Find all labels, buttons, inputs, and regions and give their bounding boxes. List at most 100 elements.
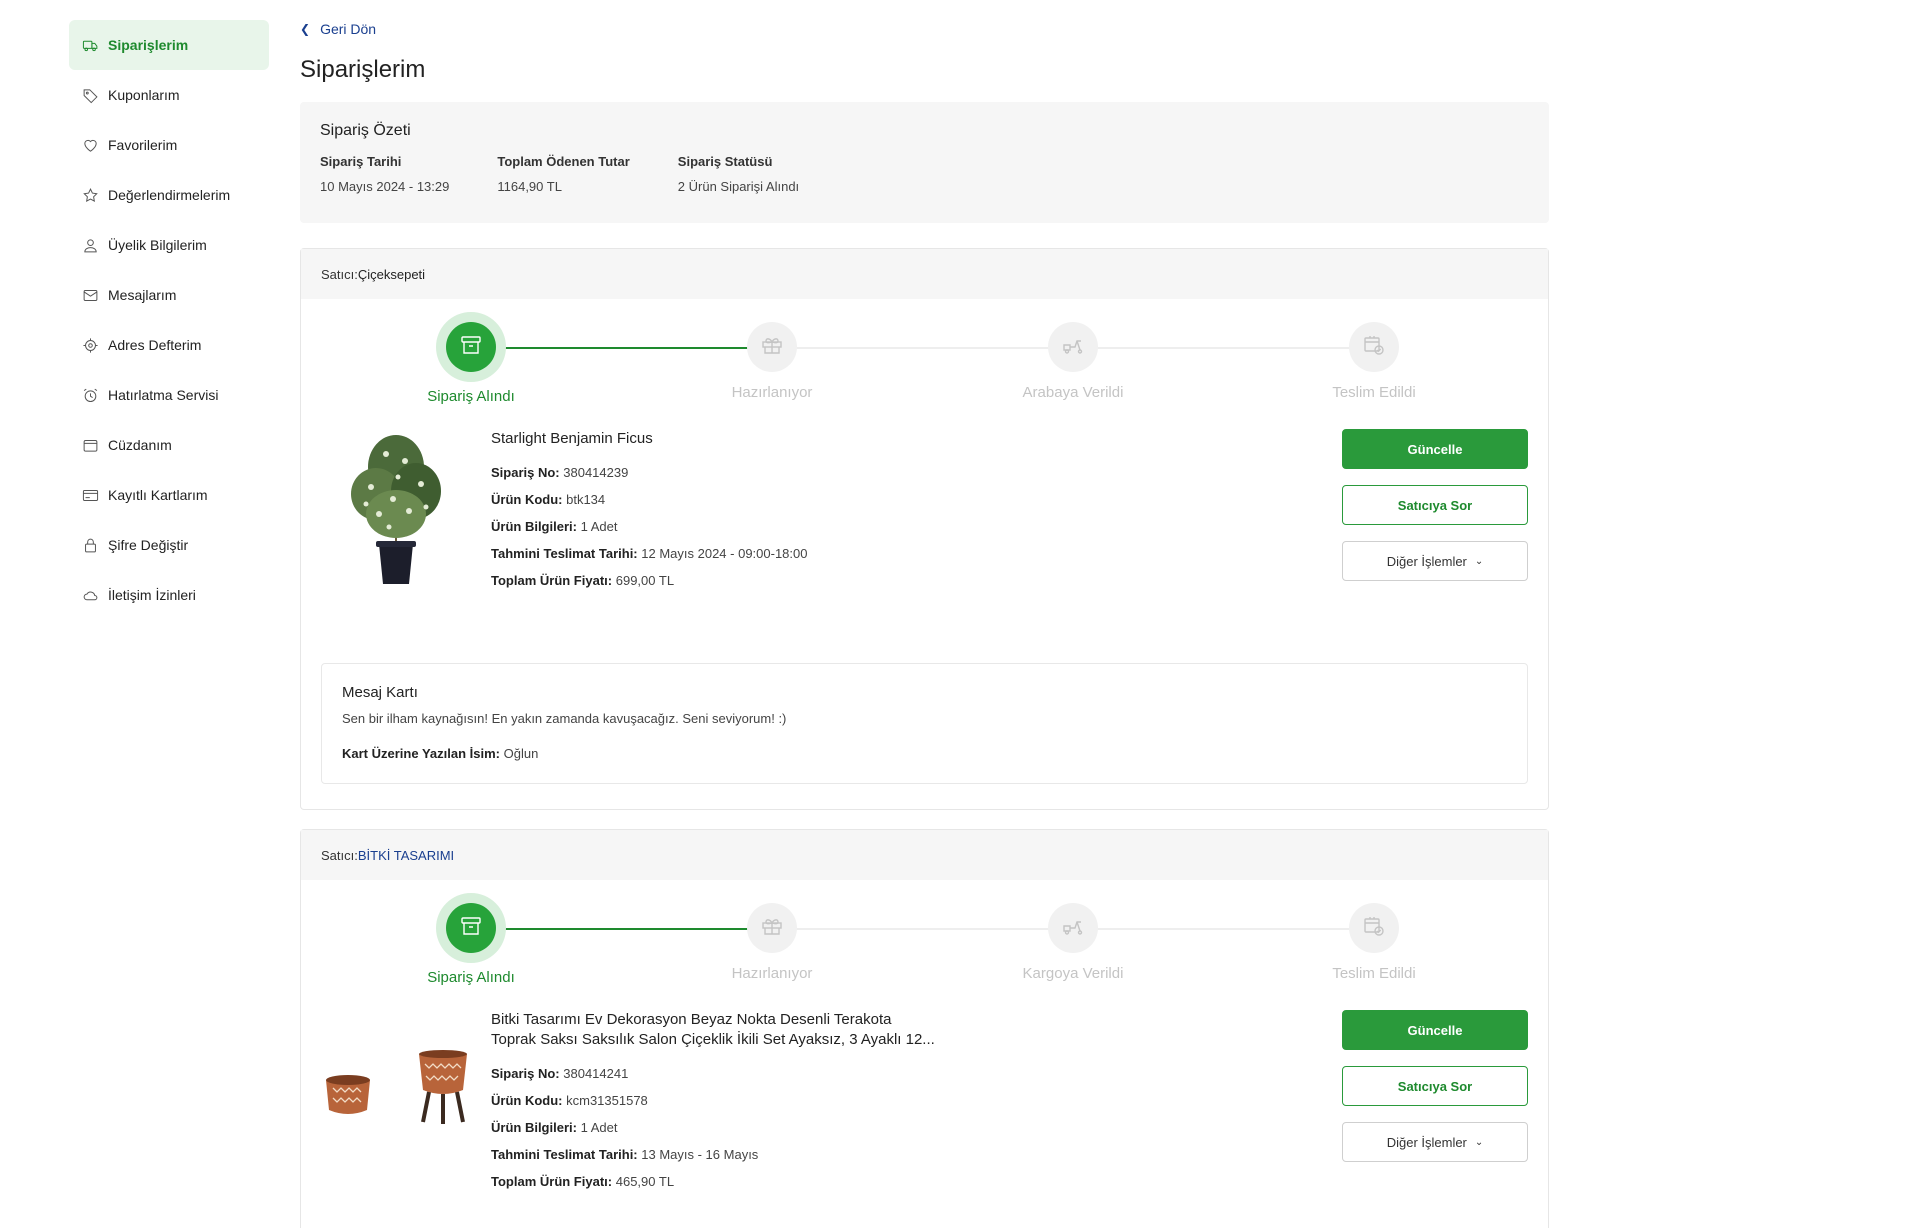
product-name[interactable]: Starlight Benjamin Ficus — [491, 429, 808, 449]
chevron-left-icon: ❮ — [300, 22, 311, 36]
message-card: Mesaj Kartı Sen bir ilham kaynağısın! En… — [321, 663, 1528, 784]
step-label: Hazırlanıyor — [731, 965, 813, 982]
product-price-label: Toplam Ürün Fiyatı: — [491, 1174, 613, 1189]
chevron-down-icon: ⌄ — [1474, 1136, 1484, 1148]
product-details-label: Ürün Bilgileri: — [491, 519, 577, 534]
summary-total-value: 1164,90 TL — [497, 179, 562, 194]
step-shipped: Kargoya Verildi — [993, 903, 1153, 982]
heart-icon — [81, 136, 99, 154]
message-text: Sen bir ilham kaynağısın! En yakın zaman… — [342, 711, 787, 726]
product-info: Starlight Benjamin Ficus Sipariş No: 380… — [491, 429, 808, 600]
summary-status-label: Sipariş Statüsü — [677, 154, 773, 169]
delivery-date-value: 13 Mayıs - 16 Mayıs — [641, 1147, 759, 1162]
sidebar-item-label: Kuponlarım — [108, 87, 180, 103]
summary-total-label: Toplam Ödenen Tutar — [497, 154, 630, 169]
product-code: Ürün Kodu: kcm31351578 — [491, 1093, 935, 1108]
summary-status: Sipariş Statüsü 2 Ürün Siparişi Alındı — [678, 154, 799, 194]
step-order-received: Sipariş Alındı — [391, 893, 551, 986]
card-name: Kart Üzerine Yazılan İsim: Oğlun — [342, 746, 1507, 761]
product-price: Toplam Ürün Fiyatı: 465,90 TL — [491, 1174, 935, 1189]
more-actions-button[interactable]: Diğer İşlemler ⌄ — [1342, 1122, 1528, 1162]
star-icon — [81, 186, 99, 204]
wallet-icon — [81, 436, 99, 454]
card-name-label: Kart Üzerine Yazılan İsim: — [342, 746, 500, 761]
step-shipped: Arabaya Verildi — [993, 322, 1153, 401]
step-delivered: Teslim Edildi — [1294, 903, 1454, 982]
product-name-line: Toprak Saksı Saksılık Salon Çiçeklik İki… — [491, 1031, 935, 1048]
summary-title: Sipariş Özeti — [320, 122, 411, 139]
chevron-down-icon: ⌄ — [1474, 555, 1484, 567]
step-preparing: Hazırlanıyor — [692, 903, 852, 982]
gift-icon — [760, 914, 784, 943]
product-image[interactable] — [341, 429, 451, 594]
product-details-label: Ürün Bilgileri: — [491, 1120, 577, 1135]
location-icon — [81, 336, 99, 354]
sidebar-item-label: Cüzdanım — [108, 437, 172, 453]
ask-seller-button[interactable]: Satıcıya Sor — [1342, 485, 1528, 525]
sidebar-item-profile[interactable]: Üyelik Bilgilerim — [69, 220, 269, 270]
sidebar-item-label: Mesajlarım — [108, 287, 177, 303]
step-delivered: Teslim Edildi — [1294, 322, 1454, 401]
product-details-value: 1 Adet — [580, 519, 618, 534]
sidebar-item-cards[interactable]: Kayıtlı Kartlarım — [69, 470, 269, 520]
sidebar-item-favorites[interactable]: Favorilerim — [69, 120, 269, 170]
update-button[interactable]: Güncelle — [1342, 429, 1528, 469]
back-link[interactable]: ❮ Geri Dön — [300, 21, 376, 37]
sidebar-item-label: Favorilerim — [108, 137, 178, 153]
product-image[interactable] — [321, 1050, 491, 1135]
product-price: Toplam Ürün Fiyatı: 699,00 TL — [491, 573, 808, 588]
summary-total: Toplam Ödenen Tutar 1164,90 TL — [497, 154, 629, 194]
sidebar-item-orders[interactable]: Siparişlerim — [69, 20, 269, 70]
delivery-date-value: 12 Mayıs 2024 - 09:00-18:00 — [641, 546, 808, 561]
product-details-value: 1 Adet — [580, 1120, 618, 1135]
step-preparing: Hazırlanıyor — [692, 322, 852, 401]
sidebar-item-reminders[interactable]: Hatırlatma Servisi — [69, 370, 269, 420]
order-number: Sipariş No: 380414241 — [491, 1066, 935, 1081]
delivered-icon — [1362, 914, 1386, 943]
mail-icon — [81, 286, 99, 304]
more-actions-button[interactable]: Diğer İşlemler ⌄ — [1342, 541, 1528, 581]
order-number-label: Sipariş No: — [491, 465, 560, 480]
product-row: Bitki Tasarımı Ev Dekorasyon Beyaz Nokta… — [301, 1010, 1548, 1228]
product-name[interactable]: Bitki Tasarımı Ev Dekorasyon Beyaz Nokta… — [491, 1010, 935, 1050]
summary-status-value: 2 Ürün Siparişi Alındı — [677, 179, 800, 194]
seller-name-link[interactable]: BİTKİ TASARIMI — [358, 848, 454, 863]
delivery-date: Tahmini Teslimat Tarihi: 12 Mayıs 2024 -… — [491, 546, 808, 561]
order-card: Satıcı: Çiçeksepeti Sipariş Alındı Hazır… — [300, 248, 1549, 810]
delivery-icon — [1061, 914, 1085, 943]
order-actions: Güncelle Satıcıya Sor Diğer İşlemler ⌄ — [1342, 429, 1528, 597]
sidebar-item-label: Değerlendirmelerim — [108, 187, 231, 203]
product-code-label: Ürün Kodu: — [491, 1093, 563, 1108]
order-number: Sipariş No: 380414239 — [491, 465, 808, 480]
seller-bar: Satıcı: BİTKİ TASARIMI — [301, 830, 1548, 880]
page-title: Siparişlerim — [300, 56, 426, 83]
order-number-value: 380414241 — [563, 1066, 629, 1081]
box-icon — [459, 914, 483, 943]
sidebar-item-label: Hatırlatma Servisi — [108, 387, 219, 403]
sidebar-item-password[interactable]: Şifre Değiştir — [69, 520, 269, 570]
delivery-date-label: Tahmini Teslimat Tarihi: — [491, 1147, 638, 1162]
product-code: Ürün Kodu: btk134 — [491, 492, 808, 507]
product-name-line: Bitki Tasarımı Ev Dekorasyon Beyaz Nokta… — [491, 1011, 892, 1028]
delivered-icon — [1362, 333, 1386, 362]
order-stepper: Sipariş Alındı Hazırlanıyor Kargoya Veri… — [301, 880, 1548, 1010]
step-label: Kargoya Verildi — [1022, 965, 1124, 982]
sidebar-item-coupons[interactable]: Kuponlarım — [69, 70, 269, 120]
sidebar: Siparişlerim Kuponlarım Favorilerim Değe… — [69, 20, 269, 620]
delivery-icon — [1061, 333, 1085, 362]
alarm-icon — [81, 386, 99, 404]
truck-icon — [81, 36, 99, 54]
sidebar-item-label: Üyelik Bilgilerim — [108, 237, 207, 253]
sidebar-item-wallet[interactable]: Cüzdanım — [69, 420, 269, 470]
seller-bar: Satıcı: Çiçeksepeti — [301, 249, 1548, 299]
sidebar-item-permissions[interactable]: İletişim İzinleri — [69, 570, 269, 620]
update-button[interactable]: Güncelle — [1342, 1010, 1528, 1050]
more-actions-label: Diğer İşlemler — [1386, 1134, 1467, 1150]
sidebar-item-label: Kayıtlı Kartlarım — [108, 487, 208, 503]
message-title: Mesaj Kartı — [342, 684, 418, 701]
ask-seller-button[interactable]: Satıcıya Sor — [1342, 1066, 1528, 1106]
sidebar-item-messages[interactable]: Mesajlarım — [69, 270, 269, 320]
sidebar-item-addresses[interactable]: Adres Defterim — [69, 320, 269, 370]
product-price-label: Toplam Ürün Fiyatı: — [491, 573, 613, 588]
sidebar-item-reviews[interactable]: Değerlendirmelerim — [69, 170, 269, 220]
